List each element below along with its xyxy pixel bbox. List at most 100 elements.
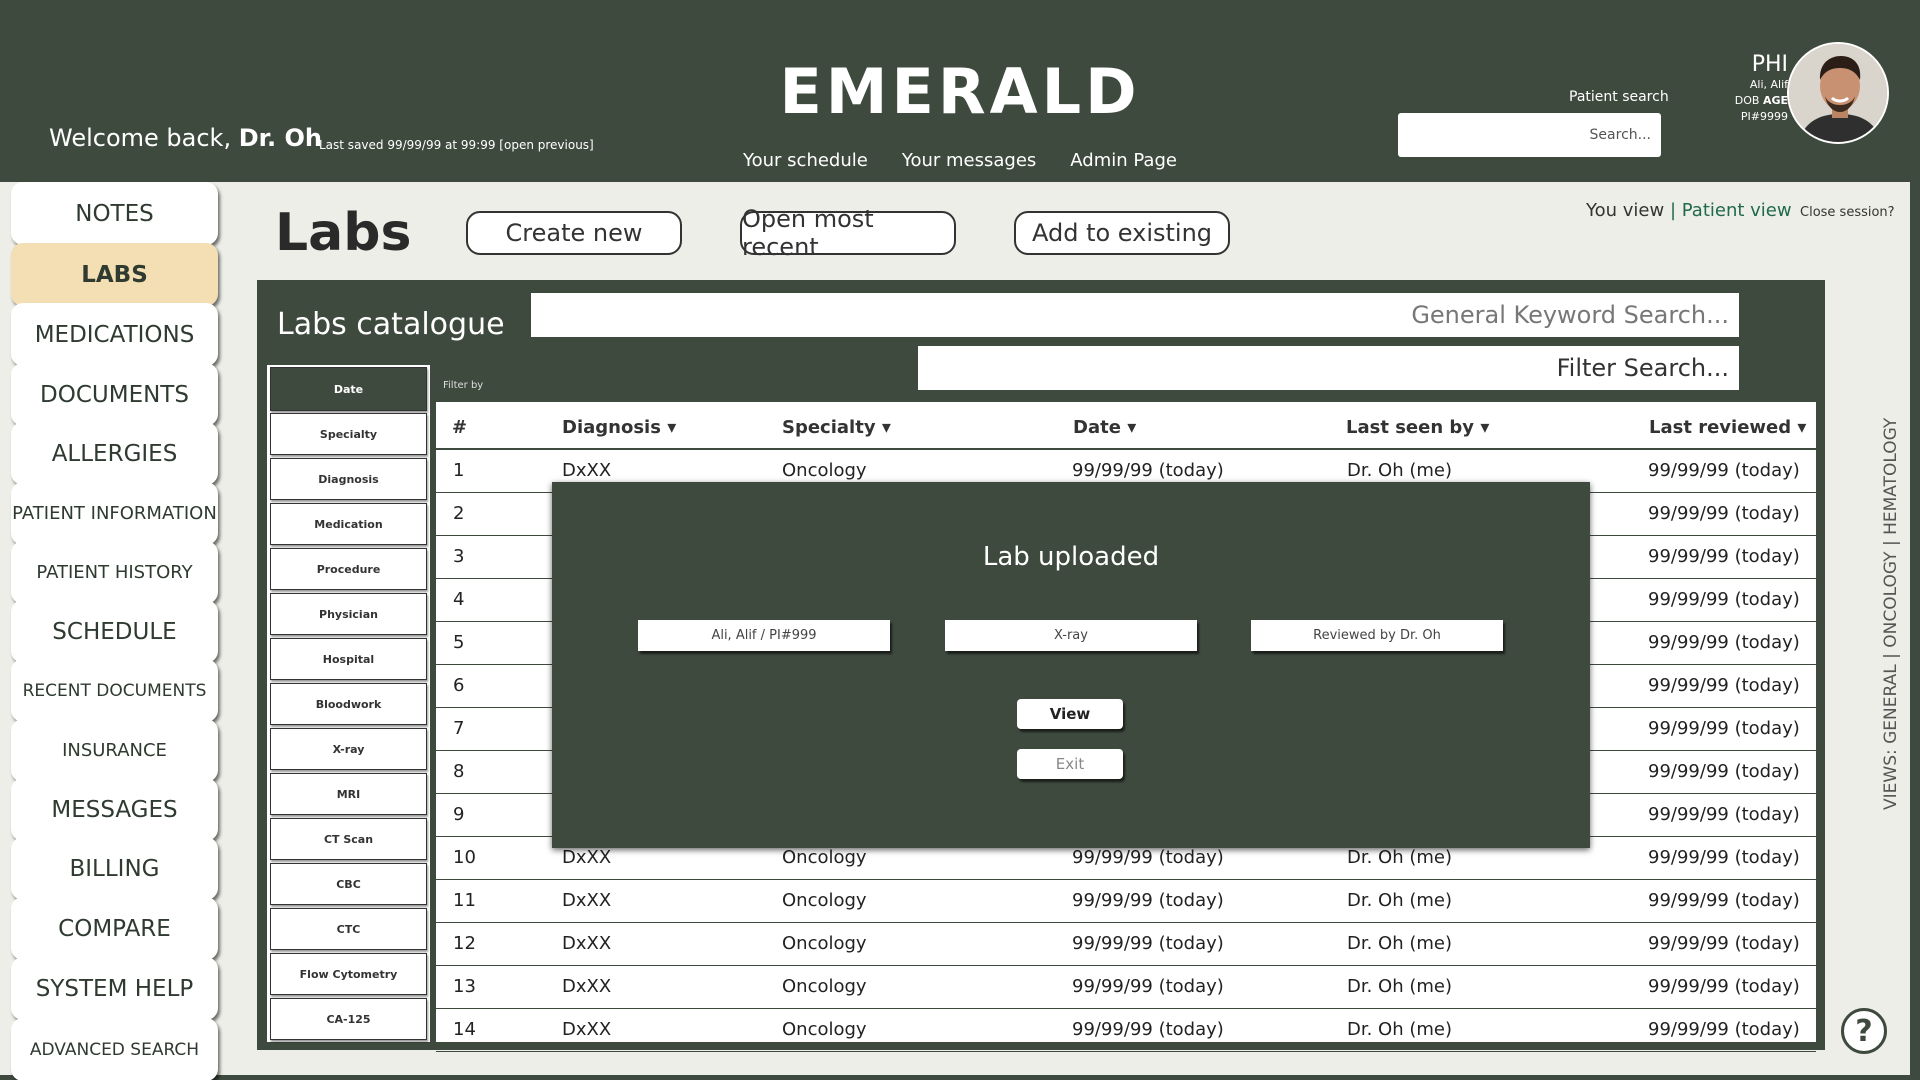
- filter-medication[interactable]: Medication: [270, 503, 427, 545]
- you-view-link[interactable]: You view: [1586, 200, 1664, 221]
- sidebar-item-notes[interactable]: NOTES: [11, 182, 218, 245]
- welcome-name: Dr. Oh: [238, 124, 322, 152]
- cell-diagnosis: DxXX: [562, 890, 612, 911]
- filter-search-input[interactable]: [918, 346, 1739, 390]
- column-header-date[interactable]: Date ▾: [1073, 417, 1136, 438]
- sidebar-item-billing[interactable]: BILLING: [11, 837, 218, 900]
- cell-reviewed: 99/99/99 (today): [1648, 1019, 1800, 1040]
- column-label: Last seen by: [1346, 417, 1475, 438]
- sort-caret-icon: ▾: [1127, 417, 1137, 438]
- modal-title: Lab uploaded: [982, 542, 1160, 572]
- patient-search-input[interactable]: [1398, 113, 1661, 157]
- welcome-message: Welcome back, Dr. Oh: [49, 124, 322, 152]
- sidebar-item-system-help[interactable]: SYSTEM HELP: [11, 957, 218, 1020]
- help-icon[interactable]: ?: [1841, 1008, 1887, 1054]
- filter-specialty[interactable]: Specialty: [270, 413, 427, 455]
- patient-view-link[interactable]: Patient view: [1682, 200, 1792, 221]
- modal-exit-button[interactable]: Exit: [1017, 749, 1123, 779]
- filter-ct-scan[interactable]: CT Scan: [270, 818, 427, 860]
- cell-reviewed: 99/99/99 (today): [1648, 460, 1800, 481]
- cell-specialty: Oncology: [782, 890, 867, 911]
- phi-title: PHI: [1751, 52, 1788, 77]
- close-session-link[interactable]: Close session?: [1800, 205, 1895, 220]
- modal-view-button[interactable]: View: [1017, 699, 1123, 729]
- cell-date: 99/99/99 (today): [1072, 460, 1224, 481]
- cell-seen: Dr. Oh (me): [1347, 460, 1453, 481]
- filter-ctc[interactable]: CTC: [270, 908, 427, 950]
- sidebar-item-advanced-search[interactable]: ADVANCED SEARCH: [11, 1018, 218, 1080]
- cell-n: 9: [453, 804, 465, 825]
- sidebar-item-allergies[interactable]: ALLERGIES: [11, 422, 218, 485]
- filter-date[interactable]: Date: [270, 367, 427, 411]
- cell-reviewed: 99/99/99 (today): [1648, 503, 1800, 524]
- cell-specialty: Oncology: [782, 847, 867, 868]
- phi-patient-name: Ali, Alif: [1749, 78, 1788, 91]
- column-label: Diagnosis: [562, 417, 661, 438]
- avatar[interactable]: [1787, 42, 1889, 144]
- cell-reviewed: 99/99/99 (today): [1648, 933, 1800, 954]
- sidebar-item-messages[interactable]: MESSAGES: [11, 778, 218, 841]
- cell-specialty: Oncology: [782, 933, 867, 954]
- cell-specialty: Oncology: [782, 976, 867, 997]
- filter-hospital[interactable]: Hospital: [270, 638, 427, 680]
- catalogue-title: Labs catalogue: [277, 307, 505, 342]
- filter-diagnosis[interactable]: Diagnosis: [270, 458, 427, 500]
- sidebar-item-medications[interactable]: MEDICATIONS: [11, 303, 218, 366]
- column-header-last-reviewed[interactable]: Last reviewed ▾: [1649, 417, 1806, 438]
- cell-seen: Dr. Oh (me): [1347, 1019, 1453, 1040]
- cell-reviewed: 99/99/99 (today): [1648, 976, 1800, 997]
- column-header-diagnosis[interactable]: Diagnosis ▾: [562, 417, 676, 438]
- cell-reviewed: 99/99/99 (today): [1648, 890, 1800, 911]
- cell-seen: Dr. Oh (me): [1347, 933, 1453, 954]
- cell-n: 12: [453, 933, 476, 954]
- filter-cbc[interactable]: CBC: [270, 863, 427, 905]
- column-label: Date: [1073, 417, 1121, 438]
- column-label: Specialty: [782, 417, 876, 438]
- filter-mri[interactable]: MRI: [270, 773, 427, 815]
- filter-x-ray[interactable]: X-ray: [270, 728, 427, 770]
- cell-reviewed: 99/99/99 (today): [1648, 804, 1800, 825]
- filter-flow-cytometry[interactable]: Flow Cytometry: [270, 953, 427, 995]
- cell-date: 99/99/99 (today): [1072, 976, 1224, 997]
- cell-n: 13: [453, 976, 476, 997]
- cell-n: 10: [453, 847, 476, 868]
- cell-n: 3: [453, 546, 465, 567]
- nav-your-messages[interactable]: Your messages: [902, 150, 1036, 171]
- filter-bloodwork[interactable]: Bloodwork: [270, 683, 427, 725]
- sidebar-item-compare[interactable]: COMPARE: [11, 897, 218, 960]
- sidebar-item-schedule[interactable]: SCHEDULE: [11, 600, 218, 663]
- cell-seen: Dr. Oh (me): [1347, 890, 1453, 911]
- filter-procedure[interactable]: Procedure: [270, 548, 427, 590]
- column-header-specialty[interactable]: Specialty ▾: [782, 417, 891, 438]
- cell-n: 4: [453, 589, 465, 610]
- view-separator: |: [1669, 200, 1677, 221]
- create-new-button[interactable]: Create new: [466, 211, 682, 255]
- nav-admin-page[interactable]: Admin Page: [1070, 150, 1177, 171]
- column-header-last-seen-by[interactable]: Last seen by ▾: [1346, 417, 1489, 438]
- sidebar-item-documents[interactable]: DOCUMENTS: [11, 363, 218, 426]
- filter-physician[interactable]: Physician: [270, 593, 427, 635]
- nav-your-schedule[interactable]: Your schedule: [743, 150, 868, 171]
- app-header: EMERALD Welcome back, Dr. Oh Last saved …: [0, 0, 1920, 182]
- keyword-search-input[interactable]: [531, 293, 1739, 337]
- sidebar-item-recent-documents[interactable]: RECENT DOCUMENTS: [11, 659, 218, 722]
- cell-diagnosis: DxXX: [562, 1019, 612, 1040]
- sort-caret-icon: ▾: [1480, 417, 1490, 438]
- phi-pi: PI#9999: [1740, 110, 1788, 123]
- column-header-number: #: [452, 417, 468, 438]
- filter-ca-125[interactable]: CA-125: [270, 998, 427, 1040]
- cell-n: 2: [453, 503, 465, 524]
- lab-uploaded-modal: [552, 482, 1590, 848]
- add-to-existing-button[interactable]: Add to existing: [1014, 211, 1230, 255]
- cell-reviewed: 99/99/99 (today): [1648, 589, 1800, 610]
- cell-n: 5: [453, 632, 465, 653]
- cell-specialty: Oncology: [782, 1019, 867, 1040]
- views-label[interactable]: VIEWS: GENERAL | ONCOLOGY | HEMATOLOGY: [1879, 418, 1907, 810]
- sidebar-item-patient-information[interactable]: PATIENT INFORMATION: [11, 482, 218, 545]
- cell-diagnosis: DxXX: [562, 976, 612, 997]
- cell-seen: Dr. Oh (me): [1347, 847, 1453, 868]
- sidebar-item-insurance[interactable]: INSURANCE: [11, 719, 218, 782]
- sidebar-item-patient-history[interactable]: PATIENT HISTORY: [11, 541, 218, 604]
- open-most-recent-button[interactable]: Open most recent: [740, 205, 956, 261]
- sidebar-item-labs[interactable]: LABS: [11, 243, 218, 306]
